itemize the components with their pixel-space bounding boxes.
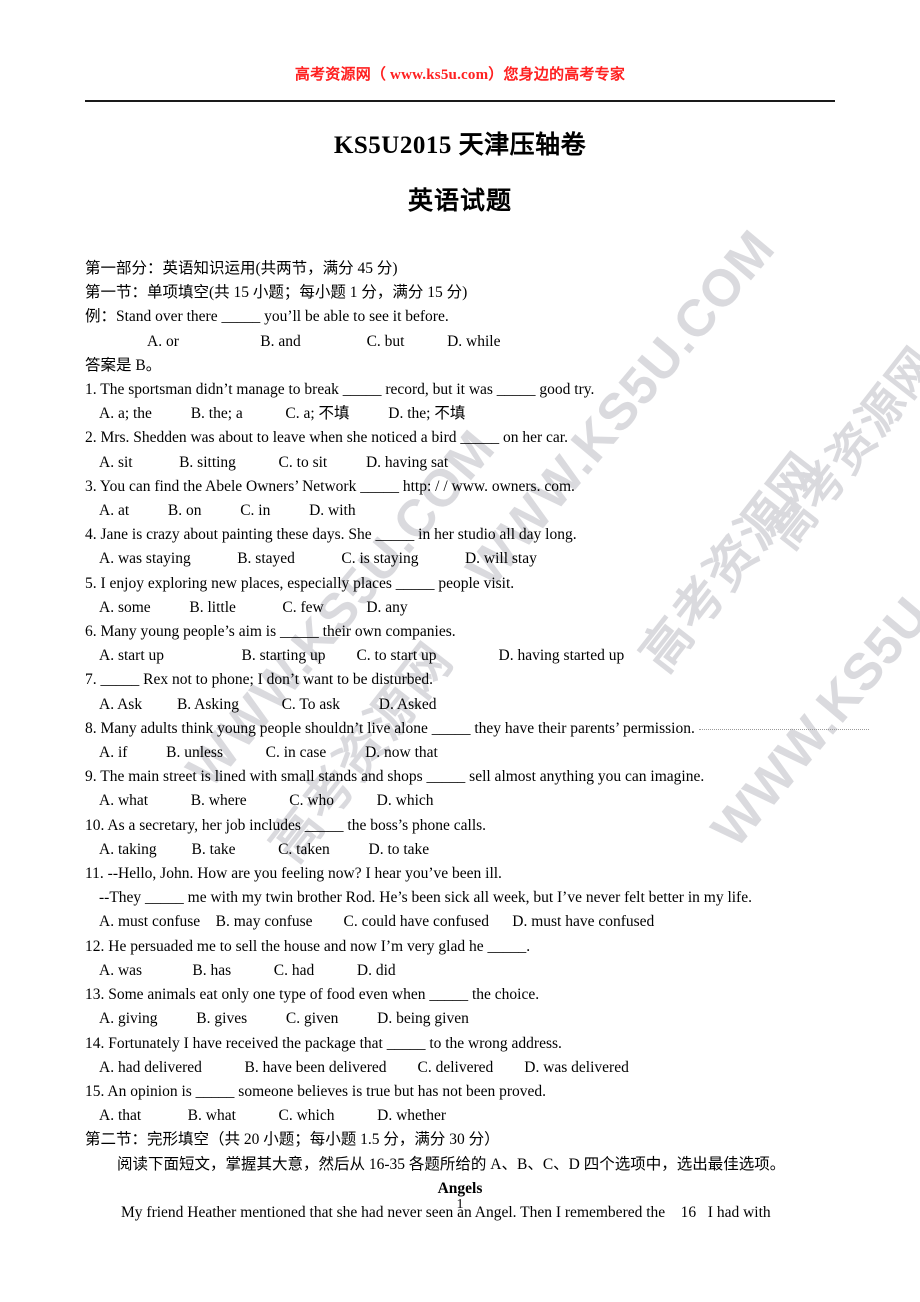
dotted-leader (698, 728, 869, 730)
question-stem: 1. The sportsman didn’t manage to break … (85, 381, 595, 399)
document-content: 高考资源网（ www.ks5u.com）您身边的高考专家 KS5U2015 天津… (0, 0, 920, 1225)
question-options: A. if B. unless C. in case D. now that (99, 744, 438, 762)
question-options: A. some B. little C. few D. any (99, 598, 408, 616)
question-stem: 11. --Hello, John. How are you feeling n… (85, 865, 502, 883)
question-stem: 4. Jane is crazy about painting these da… (85, 526, 577, 544)
question-stem: 5. I enjoy exploring new places, especia… (85, 574, 515, 592)
example-stem: 例：Stand over there _____ you’ll be able … (85, 308, 449, 326)
header-divider (85, 100, 835, 102)
section-two-heading: 第二节：完形填空（共 20 小题；每小题 1.5 分，满分 30 分） (85, 1131, 500, 1149)
question-options: A. Ask B. Asking C. To ask D. Asked (99, 695, 437, 713)
question-stem: 6. Many young people’s aim is _____ thei… (85, 623, 456, 641)
question-options: A. giving B. gives C. given D. being giv… (99, 1010, 469, 1028)
section-two-instruction: 阅读下面短文，掌握其大意，然后从 16-35 各题所给的 A、B、C、D 四个选… (117, 1155, 786, 1173)
question-options: A. sit B. sitting C. to sit D. having sa… (99, 453, 449, 471)
page-subtitle: 英语试题 (407, 188, 512, 215)
section-one-heading: 第一节：单项填空(共 15 小题；每小题 1 分，满分 15 分) (85, 284, 468, 302)
question-stem: 10. As a secretary, her job includes ___… (85, 816, 487, 834)
question-options: A. that B. what C. which D. whether (99, 1107, 446, 1125)
question-stem: 3. You can find the Abele Owners’ Networ… (85, 477, 575, 495)
question-options: A. start up B. starting up C. to start u… (99, 647, 625, 665)
question-stem-continued: --They _____ me with my twin brother Rod… (99, 889, 752, 907)
question-options: A. what B. where C. who D. which (99, 792, 434, 810)
question-options: A. at B. on C. in D. with (99, 502, 356, 520)
question-stem: 2. Mrs. Shedden was about to leave when … (85, 429, 568, 447)
question-options: A. had delivered B. have been delivered … (99, 1058, 629, 1076)
question-stem: 7. _____ Rex not to phone; I don’t want … (85, 671, 433, 689)
question-stem: 12. He persuaded me to sell the house an… (85, 937, 531, 955)
part-one-heading: 第一部分：英语知识运用(共两节，满分 45 分) (85, 260, 398, 277)
question-options: A. taking B. take C. taken D. to take (99, 840, 430, 858)
site-banner: 高考资源网（ www.ks5u.com）您身边的高考专家 (294, 67, 626, 83)
page-title: KS5U2015 天津压轴卷 (333, 132, 587, 159)
page-number: 1 (456, 1197, 464, 1212)
question-stem: 15. An opinion is _____ someone believes… (85, 1082, 547, 1100)
question-options: A. was B. has C. had D. did (99, 961, 396, 979)
exam-body: 第一部分：英语知识运用(共两节，满分 45 分) 第一节：单项填空(共 15 小… (85, 257, 869, 1225)
question-stem-row: 8. Many adults think young people should… (85, 717, 869, 741)
question-stem: 8. Many adults think young people should… (85, 719, 695, 737)
question-stem: 13. Some animals eat only one type of fo… (85, 986, 540, 1004)
example-options: A. or B. and C. but D. while (147, 332, 501, 350)
question-stem: 9. The main street is lined with small s… (85, 768, 705, 786)
document-page: WWW.KS5U.COM WWW.KS5U.COM WWW.KS5U.COM 高… (0, 0, 920, 1302)
example-answer: 答案是 B。 (85, 356, 162, 374)
question-options: A. must confuse B. may confuse C. could … (99, 913, 655, 931)
question-stem: 14. Fortunately I have received the pack… (85, 1034, 562, 1052)
question-options: A. was staying B. stayed C. is staying D… (99, 550, 537, 568)
question-options: A. a; the B. the; a C. a; 不填 D. the; 不填 (99, 405, 466, 423)
